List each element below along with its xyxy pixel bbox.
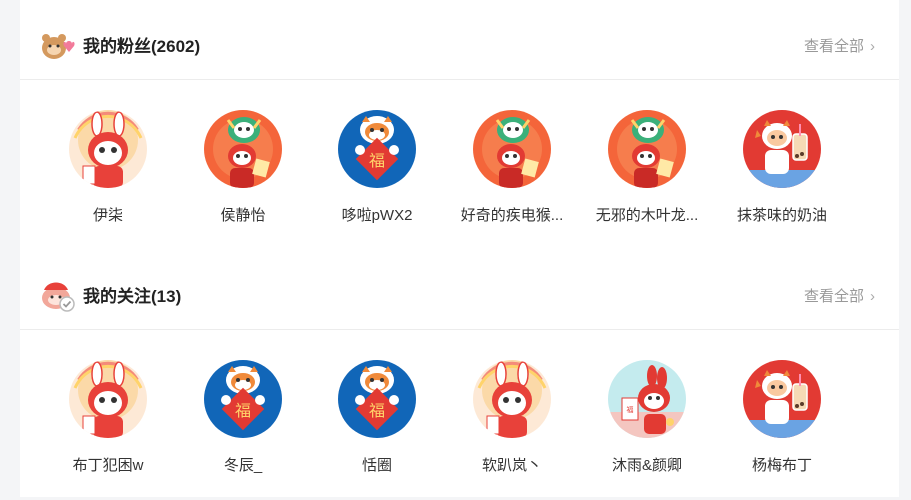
- follow-item[interactable]: 软趴岚丶: [452, 360, 572, 476]
- chevron-right-icon: ›: [870, 38, 875, 55]
- fan-item[interactable]: 哆啦pWX2: [317, 110, 437, 226]
- follows-view-all-link[interactable]: 查看全部 ›: [804, 287, 875, 307]
- fans-title: 我的粉丝(2602): [83, 37, 201, 56]
- follow-item[interactable]: 布丁犯困w: [48, 360, 168, 476]
- avatar: [743, 360, 821, 438]
- follows-list: 布丁犯困w 冬辰_ 恬圈 软趴岚丶 沐雨&颜卿 杨梅布丁: [20, 330, 899, 500]
- follow-name: 软趴岚丶: [481, 457, 542, 474]
- avatar: [204, 360, 282, 438]
- fan-item[interactable]: 无邪的木叶龙...: [587, 110, 707, 226]
- followed-check-icon: [40, 280, 76, 312]
- follow-name: 恬圈: [361, 457, 392, 474]
- fan-item[interactable]: 侯静怡: [183, 110, 303, 226]
- follow-name: 布丁犯困w: [72, 457, 144, 474]
- follows-view-all-label: 查看全部: [803, 288, 864, 305]
- fans-header: 我的粉丝(2602) 查看全部 ›: [20, 0, 899, 80]
- avatar: [338, 110, 416, 188]
- avatar: [743, 110, 821, 188]
- chevron-right-icon: ›: [870, 288, 875, 305]
- follow-item[interactable]: 杨梅布丁: [722, 360, 842, 476]
- fan-name: 好奇的疾电猴...: [460, 207, 564, 224]
- fans-view-all-link[interactable]: 查看全部 ›: [804, 37, 875, 57]
- follows-title: 我的关注(13): [83, 287, 182, 306]
- fan-name: 伊柒: [92, 207, 123, 224]
- fan-name: 无邪的木叶龙...: [595, 207, 699, 224]
- follow-item[interactable]: 恬圈: [317, 360, 437, 476]
- profile-social-card: 我的粉丝(2602) 查看全部 › 伊柒 侯静怡 哆啦pWX2 好奇的疾电猴...: [20, 0, 899, 497]
- avatar: [608, 360, 686, 438]
- fan-name: 哆啦pWX2: [341, 207, 413, 224]
- avatar: [473, 360, 551, 438]
- fan-item[interactable]: 好奇的疾电猴...: [452, 110, 572, 226]
- bear-heart-icon: [40, 30, 76, 62]
- follow-item[interactable]: 沐雨&颜卿: [587, 360, 707, 476]
- fan-name: 抹茶味的奶油: [736, 207, 827, 224]
- follow-name: 冬辰_: [223, 457, 263, 474]
- fan-item[interactable]: 抹茶味的奶油: [722, 110, 842, 226]
- avatar: [338, 360, 416, 438]
- avatar: [69, 110, 147, 188]
- follow-name: 杨梅布丁: [751, 457, 812, 474]
- avatar: [69, 360, 147, 438]
- avatar: [473, 110, 551, 188]
- fans-view-all-label: 查看全部: [803, 38, 864, 55]
- fan-item[interactable]: 伊柒: [48, 110, 168, 226]
- avatar: [608, 110, 686, 188]
- follows-header: 我的关注(13) 查看全部 ›: [20, 250, 899, 330]
- follows-section: 我的关注(13) 查看全部 › 布丁犯困w 冬辰_ 恬圈 软趴岚丶 沐雨&颜卿 …: [20, 250, 899, 500]
- fan-name: 侯静怡: [220, 207, 266, 224]
- fans-section: 我的粉丝(2602) 查看全部 › 伊柒 侯静怡 哆啦pWX2 好奇的疾电猴...: [20, 0, 899, 250]
- avatar: [204, 110, 282, 188]
- follow-name: 沐雨&颜卿: [611, 457, 682, 474]
- fans-list: 伊柒 侯静怡 哆啦pWX2 好奇的疾电猴... 无邪的木叶龙... 抹茶味的奶油: [20, 80, 899, 250]
- follow-item[interactable]: 冬辰_: [183, 360, 303, 476]
